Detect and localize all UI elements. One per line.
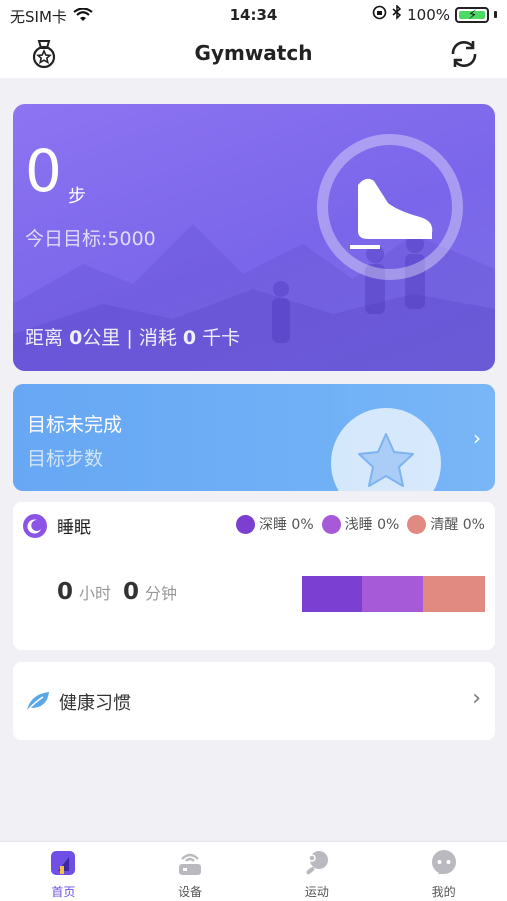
goal-title: 目标未完成 [27,414,123,436]
moon-icon [23,513,47,538]
profile-icon [430,849,458,877]
battery-tip [494,11,497,18]
sport-icon [303,849,331,877]
sleep-bar-deep [302,576,362,612]
tab-bar: 首页 设备 运动 我的 [0,841,507,901]
tab-device[interactable]: 设备 [127,842,254,901]
tab-label: 首页 [51,885,76,899]
sleep-card[interactable]: 睡眠 深睡 0% 浅睡 0% 清醒 0% 0 小时 0 分钟 [13,502,495,650]
calories-label: 消耗 [138,327,177,349]
shoe-icon [350,178,433,249]
chevron-right-icon: › [472,686,481,711]
distance-label: 距离 [25,327,64,349]
goal-subtitle: 目标步数 [27,448,104,470]
steps-value: 0 [25,137,62,205]
steps-unit: 步 [68,186,86,207]
sleep-bar-light [362,576,423,612]
page-title: Gymwatch [194,41,313,65]
tab-home[interactable]: 首页 [0,842,127,901]
battery-icon: ⚡ [455,6,489,23]
tab-label: 设备 [178,885,203,899]
tab-label: 运动 [304,885,329,899]
sleep-title: 睡眠 [57,518,91,538]
device-icon [176,849,204,877]
stats-separator: | [126,327,133,349]
status-bar: 无SIM卡 14:34 100% ⚡ [0,0,507,30]
steps-stats: 距离 0公里 | 消耗 0 千卡 [25,323,240,350]
star-icon [358,433,414,487]
distance-value: 0 [69,327,83,349]
leaf-icon [25,690,51,716]
daily-goal: 今日目标:5000 [25,228,156,250]
legend-label: 浅睡 0% [344,517,400,533]
legend-light-sleep: 浅睡 0% [321,514,400,534]
goal-badge [331,408,441,491]
tab-sport[interactable]: 运动 [254,842,381,901]
legend-awake: 清醒 0% [407,514,485,534]
bluetooth-icon [392,4,402,24]
orientation-lock-icon [372,5,387,24]
tab-profile[interactable]: 我的 [380,842,507,901]
sleep-hours: 0 [57,579,74,605]
sleep-hours-unit: 小时 [79,584,112,603]
legend-label: 深睡 0% [258,517,314,533]
home-icon [49,849,77,877]
calories-value: 0 [182,327,197,349]
sleep-minutes: 0 [123,579,140,605]
progress-ring [317,134,463,280]
sleep-distribution-bar [302,576,485,612]
sleep-minutes-unit: 分钟 [145,584,178,603]
sleep-bar-awake [423,576,485,612]
nav-bar: Gymwatch [0,30,507,78]
health-habit-label: 健康习惯 [59,693,131,714]
goal-card[interactable]: 目标未完成 目标步数 › [13,384,495,491]
legend-label: 清醒 0% [430,517,485,533]
steps-card[interactable]: 0 步 今日目标:5000 距离 0公里 | 消耗 0 千卡 [13,104,495,371]
sync-icon[interactable] [448,38,480,70]
sleep-duration: 0 小时 0 分钟 [57,579,183,605]
calories-unit: 千卡 [202,327,241,349]
health-habit-card[interactable]: 健康习惯 › [13,662,495,740]
sleep-legend: 深睡 0% 浅睡 0% 清醒 0% [235,514,485,534]
battery-percent: 100% [407,5,450,24]
chevron-right-icon: › [473,426,481,450]
legend-deep-sleep: 深睡 0% [235,514,314,534]
distance-unit: 公里 [82,327,121,349]
tab-label: 我的 [431,885,456,899]
